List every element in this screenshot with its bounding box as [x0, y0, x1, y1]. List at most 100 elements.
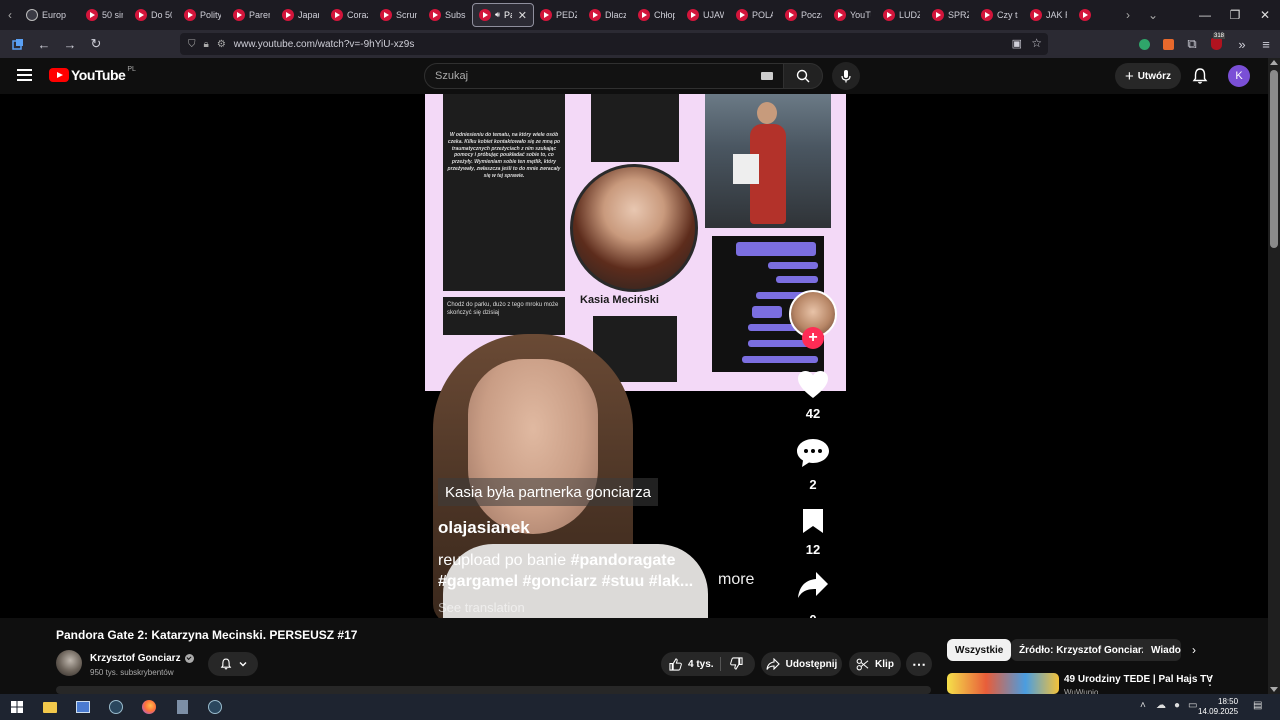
network-icon[interactable]: ▭: [1188, 700, 1197, 711]
browser-tab[interactable]: JAK R: [1024, 3, 1073, 27]
browser-tab[interactable]: Czy ta: [975, 3, 1024, 27]
like-button[interactable]: 4 tys.: [669, 657, 714, 671]
chip-source[interactable]: Źródło: Krzysztof Gonciarz: [1011, 639, 1155, 661]
youtube-favicon-icon: [135, 9, 147, 21]
browser-tab[interactable]: Japan: [276, 3, 325, 27]
browser-tab[interactable]: UJAW: [681, 3, 730, 27]
browser-tab[interactable]: YouTu: [828, 3, 877, 27]
shield-icon[interactable]: ⛉: [188, 39, 196, 50]
recommended-menu-icon[interactable]: ⋮: [1204, 674, 1216, 688]
forward-icon[interactable]: →: [58, 32, 82, 56]
voice-search-button[interactable]: [832, 62, 860, 90]
url-bar[interactable]: ⛉ 🔒︎ ⚙ www.youtube.com/watch?v=-9hYiU-xz…: [180, 33, 1048, 55]
app-menu-icon[interactable]: ≡: [1254, 32, 1278, 56]
start-windows-icon[interactable]: [7, 697, 27, 717]
subscription-notifications-button[interactable]: [208, 652, 258, 676]
steam-icon[interactable]: [106, 697, 126, 717]
youtube-play-icon: [49, 68, 69, 82]
keyboard-icon[interactable]: [761, 72, 773, 80]
bookmark-icon: [803, 509, 823, 533]
channel-name[interactable]: Krzysztof Gonciarz: [90, 653, 194, 664]
chevron-right-icon[interactable]: ›: [1192, 643, 1196, 657]
tab-scroll-right-icon[interactable]: ›: [1118, 8, 1138, 22]
firefox-icon[interactable]: [139, 697, 159, 717]
url-text[interactable]: www.youtube.com/watch?v=-9hYiU-xz9s: [234, 39, 415, 50]
create-button[interactable]: + Utwórz: [1115, 63, 1181, 89]
calculator-icon[interactable]: [172, 697, 192, 717]
search-input[interactable]: Szukaj: [424, 63, 784, 89]
browser-tab[interactable]: 🔊︎ Pan ✕: [472, 3, 534, 27]
microphone-tray-icon[interactable]: ●: [1174, 700, 1180, 711]
system-clock[interactable]: 18:50 14.09.2025: [1198, 697, 1238, 717]
more-actions-button[interactable]: ⋯: [906, 652, 932, 676]
browser-tab[interactable]: Dlacz: [583, 3, 632, 27]
browser-tab[interactable]: [1073, 3, 1122, 27]
channel-avatar[interactable]: [56, 650, 82, 676]
onedrive-icon[interactable]: ☁: [1156, 700, 1166, 711]
lock-icon[interactable]: 🔒︎: [204, 39, 209, 50]
browser-tab[interactable]: Do 50: [129, 3, 178, 27]
browser-tab[interactable]: Chłop: [632, 3, 681, 27]
file-explorer-icon[interactable]: [40, 697, 60, 717]
browser-tab[interactable]: Europ: [20, 3, 80, 27]
fox-extension-icon[interactable]: [1156, 32, 1180, 56]
scroll-up-arrow-icon[interactable]: [1270, 60, 1278, 65]
restore-icon[interactable]: ❐: [1220, 0, 1250, 30]
page-scrollbar[interactable]: [1268, 58, 1280, 694]
close-window-icon[interactable]: ✕: [1250, 0, 1280, 30]
permissions-icon[interactable]: ⚙: [217, 39, 226, 50]
notifications-button[interactable]: [1190, 66, 1210, 86]
steam-secondary-icon[interactable]: [205, 697, 225, 717]
browser-tab[interactable]: Polity: [178, 3, 227, 27]
heart-icon: [798, 371, 828, 398]
close-tab-icon[interactable]: ✕: [518, 9, 527, 22]
youtube-logo[interactable]: YouTube PL: [49, 66, 136, 83]
chip-all[interactable]: Wszystkie: [947, 639, 1012, 661]
share-icon: [766, 658, 780, 670]
speaker-icon[interactable]: 🔊︎: [495, 10, 500, 20]
browser-tab[interactable]: Paren: [227, 3, 276, 27]
description-box[interactable]: [56, 686, 931, 694]
browser-tab-label: Subsk: [445, 10, 466, 20]
video-player[interactable]: W odniesieniu do tematu, na który wiele …: [0, 94, 1268, 618]
scroll-down-arrow-icon[interactable]: [1270, 687, 1278, 692]
scissors-icon: [856, 658, 869, 670]
dislike-button[interactable]: [730, 657, 749, 673]
account-avatar[interactable]: K: [1228, 65, 1250, 87]
browser-tab[interactable]: Subsk: [423, 3, 472, 27]
more-tools-icon[interactable]: »: [1230, 32, 1254, 56]
browser-tab-strip: ‹ Europ 50 sin Do 50 Polity Paren Japan Coraz S…: [0, 0, 1280, 30]
show-hidden-icons-icon[interactable]: ˄: [1140, 700, 1146, 711]
back-icon[interactable]: ←: [32, 32, 56, 56]
tab-list-dropdown-icon[interactable]: ⌄: [1140, 8, 1166, 22]
ublock-extension-icon[interactable]: 318: [1204, 32, 1228, 56]
picture-in-picture-icon[interactable]: ▣: [1012, 37, 1022, 50]
clip-button[interactable]: Klip: [849, 652, 901, 676]
browser-tab[interactable]: Coraz: [325, 3, 374, 27]
browser-tab[interactable]: PEDZI: [534, 3, 583, 27]
bookmark-star-icon[interactable]: ☆: [1031, 36, 1042, 50]
recommended-thumbnail[interactable]: [947, 673, 1059, 694]
hamburger-menu-icon[interactable]: [17, 69, 32, 81]
tab-overview-icon[interactable]: [6, 32, 30, 56]
browser-tab[interactable]: Scrun: [374, 3, 423, 27]
extensions-puzzle-icon[interactable]: ⧉: [1180, 32, 1204, 56]
channel-name-text[interactable]: Krzysztof Gonciarz: [90, 653, 181, 664]
search-button[interactable]: [783, 63, 823, 89]
notification-center-icon[interactable]: ▤: [1253, 700, 1262, 711]
browser-tab[interactable]: Począ: [779, 3, 828, 27]
browser-tab-label: Dlacz: [605, 10, 626, 20]
recommended-title[interactable]: 49 Urodziny TEDE | Pal Hajs TV: [1064, 674, 1213, 685]
vpn-extension-icon[interactable]: [1132, 32, 1156, 56]
share-button[interactable]: Udostępnij: [761, 652, 842, 676]
tab-scroll-left-icon[interactable]: ‹: [0, 8, 20, 22]
minimize-icon[interactable]: —: [1190, 0, 1220, 30]
browser-tab[interactable]: SPRZ: [926, 3, 975, 27]
browser-tab[interactable]: 50 sin: [80, 3, 129, 27]
scrollbar-thumb[interactable]: [1270, 70, 1278, 248]
browser-tab[interactable]: POLA: [730, 3, 779, 27]
reload-icon[interactable]: ↻: [84, 32, 108, 56]
control-panel-icon[interactable]: [73, 697, 93, 717]
browser-tab[interactable]: LUDZ: [877, 3, 926, 27]
chip-news[interactable]: Wiado: [1143, 639, 1181, 661]
